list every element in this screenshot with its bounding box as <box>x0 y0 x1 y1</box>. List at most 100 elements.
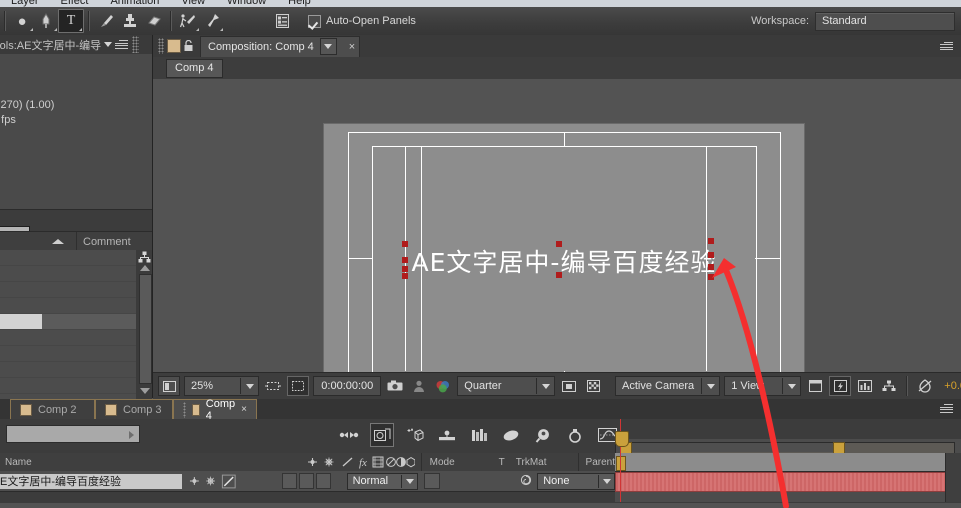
panel-menu-icon[interactable] <box>115 39 129 50</box>
eraser-tool-button[interactable] <box>142 10 166 32</box>
close-icon[interactable]: × <box>349 41 355 53</box>
chevron-down-icon[interactable] <box>598 474 614 488</box>
motion-blur-button[interactable] <box>370 423 394 447</box>
menu-item-effect[interactable]: Effect <box>50 0 100 7</box>
text-handle[interactable] <box>708 264 714 270</box>
text-handle[interactable] <box>556 241 562 247</box>
layer-parent-selector[interactable]: None <box>537 472 615 490</box>
text-handle[interactable] <box>402 241 408 247</box>
layer-duration-bar[interactable] <box>615 472 948 492</box>
menu-bar[interactable]: Layer Effect Animation View Window Help <box>0 0 961 7</box>
text-handle[interactable] <box>402 257 408 263</box>
playhead-handle[interactable] <box>615 431 629 447</box>
chevron-down-icon[interactable] <box>401 474 417 488</box>
layer-switch-icons[interactable] <box>187 473 256 489</box>
list-item[interactable] <box>0 298 136 314</box>
menu-item-animation[interactable]: Animation <box>99 0 170 7</box>
chevron-down-icon[interactable] <box>240 378 258 394</box>
show-snapshot-button[interactable] <box>409 377 429 395</box>
panel-grip-icon[interactable] <box>158 38 164 54</box>
list-item[interactable] <box>0 266 136 282</box>
timeline-tab-comp4[interactable]: Comp 4 × <box>173 398 257 422</box>
chevron-down-icon[interactable] <box>782 378 800 394</box>
menu-item-window[interactable]: Window <box>216 0 277 7</box>
character-panel-tab[interactable]: rols:AE文字居中-编导 <box>0 35 152 55</box>
layer-switch-boxes[interactable] <box>281 473 331 489</box>
project-scrollbar[interactable] <box>136 250 152 406</box>
chevron-down-icon[interactable] <box>536 378 554 394</box>
comp-tab-dropdown-button[interactable] <box>319 38 337 55</box>
auto-open-panels-checkbox[interactable]: Auto-Open Panels <box>308 14 416 28</box>
list-item[interactable] <box>0 282 136 298</box>
search-input[interactable] <box>6 425 140 443</box>
render-flowchart-button[interactable] <box>879 377 899 395</box>
scroll-up-arrow[interactable] <box>139 263 150 273</box>
timeline-track-area[interactable] <box>615 453 961 502</box>
current-time-field[interactable]: 0:00:00:00 <box>313 376 382 396</box>
list-item[interactable] <box>0 378 136 394</box>
close-icon[interactable]: × <box>241 404 247 415</box>
brush-tool-button[interactable] <box>94 10 118 32</box>
list-item[interactable] <box>0 346 136 362</box>
roto-brush-tool-button[interactable] <box>176 10 200 32</box>
title-safe-toggle-button[interactable] <box>559 377 579 395</box>
shape-tool-button[interactable]: ● <box>10 10 34 32</box>
list-item[interactable] <box>0 330 136 346</box>
resolution-selector[interactable]: Quarter <box>457 376 555 396</box>
panel-menu-icon[interactable] <box>940 403 953 414</box>
timeline-tab-comp2[interactable]: Comp 2 <box>10 399 95 419</box>
menu-item-view[interactable]: View <box>170 0 216 7</box>
view-layout-selector[interactable]: 1 View <box>724 376 802 396</box>
fast-previews-button[interactable] <box>829 376 852 396</box>
list-item[interactable] <box>0 250 136 266</box>
timeline-graph-button[interactable] <box>855 377 875 395</box>
scroll-down-arrow[interactable] <box>139 386 150 396</box>
brainstorm-button[interactable] <box>468 424 490 446</box>
exposure-value[interactable]: +0.0 <box>944 380 961 392</box>
project-item-rows[interactable] <box>0 250 136 410</box>
panels-list-button[interactable] <box>270 10 294 32</box>
puppet-pin-tool-button[interactable] <box>200 10 224 32</box>
text-handle[interactable] <box>708 252 714 258</box>
type-tool-button[interactable]: T <box>58 9 84 33</box>
clone-stamp-tool-button[interactable] <box>118 10 142 32</box>
composition-text-layer[interactable]: AE文字居中-编导百度经验 <box>324 243 804 279</box>
graph-editor-button[interactable] <box>436 424 458 446</box>
collapse-triangle-icon[interactable] <box>52 239 64 244</box>
transparency-grid-button[interactable] <box>583 377 603 395</box>
panel-menu-icon[interactable] <box>940 41 953 52</box>
text-handle[interactable] <box>708 274 714 280</box>
chevron-down-icon[interactable] <box>104 42 113 47</box>
menu-item-help[interactable]: Help <box>277 0 322 7</box>
toggle-viewer-layout-button[interactable] <box>158 376 180 396</box>
parent-pickwhip-icon[interactable] <box>520 474 532 489</box>
time-marker-handle[interactable] <box>616 456 626 471</box>
region-of-interest-button[interactable] <box>263 377 283 395</box>
layer-name-field[interactable]: E文字居中-编导百度经验 <box>0 473 182 489</box>
scroll-thumb[interactable] <box>139 274 152 384</box>
text-handle[interactable] <box>402 273 408 279</box>
exposure-reset-button[interactable] <box>915 377 935 395</box>
list-item[interactable] <box>0 314 136 330</box>
3d-renderer-button[interactable] <box>404 424 426 446</box>
timeline-layer-row[interactable]: E文字居中-编导百度经验 Normal None <box>0 471 615 492</box>
composition-stage[interactable]: AE文字居中-编导百度经验 <box>323 123 805 397</box>
pixel-aspect-button[interactable] <box>805 377 825 395</box>
panel-grip-icon[interactable] <box>132 36 140 53</box>
list-item[interactable] <box>0 362 136 378</box>
layer-trkmat-box[interactable] <box>424 473 441 489</box>
text-handle[interactable] <box>402 266 408 272</box>
workspace-selector[interactable]: Standard <box>815 11 955 31</box>
timeline-tab-comp3[interactable]: Comp 3 <box>95 399 173 419</box>
panel-grip-icon[interactable] <box>183 401 187 418</box>
camera-view-selector[interactable]: Active Camera <box>615 376 721 396</box>
take-snapshot-button[interactable] <box>385 377 405 395</box>
timeline-switch-group[interactable] <box>338 423 618 447</box>
pen-tool-button[interactable] <box>34 10 58 32</box>
grid-button[interactable] <box>500 424 522 446</box>
snapshot-button[interactable] <box>532 424 554 446</box>
channel-selector-button[interactable] <box>433 377 453 395</box>
tool-bar[interactable]: ● T Auto-Open Panels Workspace: Standard <box>0 7 961 36</box>
composition-viewer[interactable]: AE文字居中-编导百度经验 <box>153 79 961 407</box>
sub-tab-comp4[interactable]: Comp 4 <box>166 58 223 78</box>
